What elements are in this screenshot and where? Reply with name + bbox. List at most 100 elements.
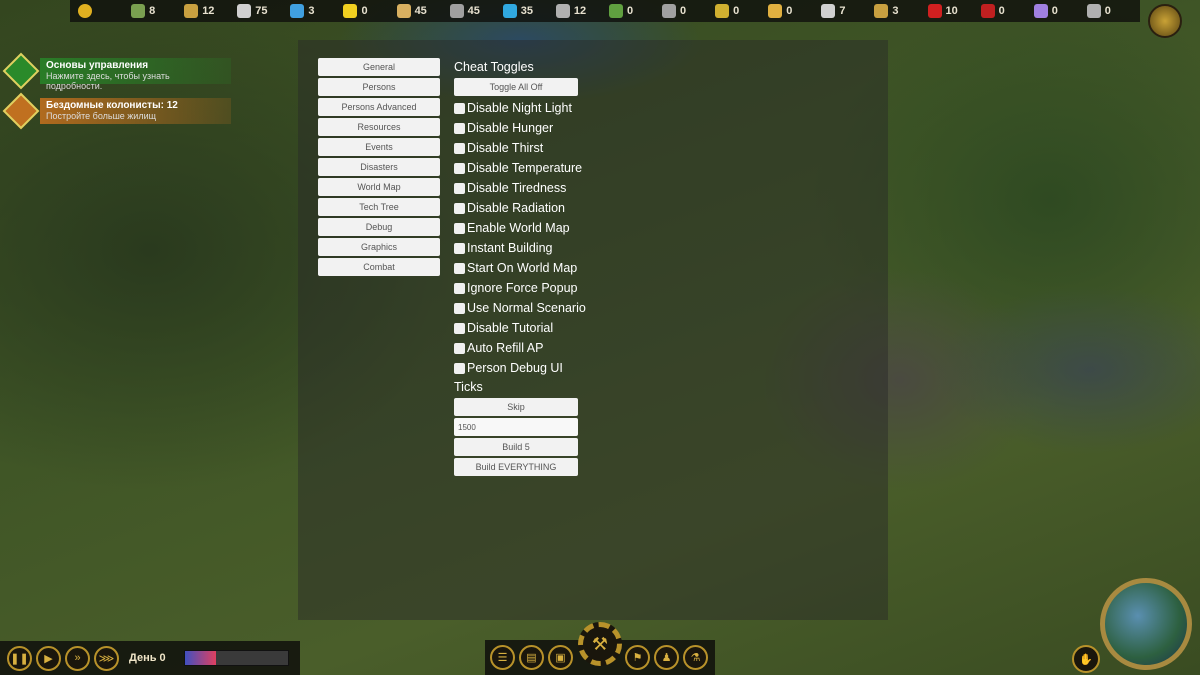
ticks-input[interactable] bbox=[454, 418, 578, 436]
tab-debug[interactable]: Debug bbox=[318, 218, 440, 236]
potion-flask-icon bbox=[1033, 4, 1048, 18]
list-icon[interactable]: ☰ bbox=[490, 645, 515, 670]
checkbox[interactable] bbox=[454, 182, 465, 194]
toggle-ignore-force-popup[interactable]: Ignore Force Popup bbox=[454, 278, 594, 298]
flag-icon[interactable]: ⚑ bbox=[625, 645, 650, 670]
tab-combat[interactable]: Combat bbox=[318, 258, 440, 276]
resource-value: 12 bbox=[573, 5, 587, 17]
resource-leaf: 8 bbox=[131, 4, 184, 18]
crystal-icon bbox=[502, 4, 517, 18]
research-flask-icon[interactable]: ⚗ bbox=[683, 645, 708, 670]
pause-icon[interactable]: ❚❚ bbox=[7, 645, 32, 671]
tutorial-icon bbox=[2, 52, 40, 90]
checkbox[interactable] bbox=[454, 102, 465, 114]
checkbox[interactable] bbox=[454, 142, 465, 154]
notification-homeless[interactable]: Бездомные колонисты: 12 Постройте больше… bbox=[2, 92, 231, 130]
checkbox[interactable] bbox=[454, 302, 465, 314]
tab-resources[interactable]: Resources bbox=[318, 118, 440, 136]
build-hammer-gear-icon[interactable]: ⚒ bbox=[578, 622, 622, 666]
resource-value: 0 bbox=[1104, 5, 1111, 17]
toggle-disable-tiredness[interactable]: Disable Tiredness bbox=[454, 178, 594, 198]
toggle-label: Disable Thirst bbox=[467, 141, 544, 155]
colony-emblem-icon[interactable] bbox=[1148, 4, 1182, 38]
build-5-button[interactable]: Build 5 bbox=[454, 438, 578, 456]
checkbox[interactable] bbox=[454, 362, 465, 374]
cheat-tabs: General Persons Persons Advanced Resources E… bbox=[318, 58, 440, 278]
world-map-globe-icon[interactable] bbox=[1100, 578, 1192, 670]
ticks-heading: Ticks bbox=[454, 380, 483, 394]
tab-general[interactable]: General bbox=[318, 58, 440, 76]
checkbox[interactable] bbox=[454, 122, 465, 134]
toggle-disable-hunger[interactable]: Disable Hunger bbox=[454, 118, 594, 138]
fastest-forward-icon[interactable]: ⋙ bbox=[94, 645, 119, 671]
checkbox[interactable] bbox=[454, 282, 465, 294]
tab-graphics[interactable]: Graphics bbox=[318, 238, 440, 256]
toggle-label: Instant Building bbox=[467, 241, 553, 255]
sack-icon bbox=[874, 4, 889, 18]
build-everything-button[interactable]: Build EVERYTHING bbox=[454, 458, 578, 476]
resource-fabric: 0 bbox=[768, 4, 821, 18]
resource-value: 3 bbox=[308, 5, 315, 17]
toggle-label: Start On World Map bbox=[467, 261, 578, 275]
skip-button[interactable]: Skip bbox=[454, 398, 578, 416]
wheat-icon bbox=[184, 4, 199, 18]
medicine-cross-icon bbox=[927, 4, 942, 18]
cheat-menu-panel: General Persons Persons Advanced Resources E… bbox=[298, 40, 888, 620]
tab-events[interactable]: Events bbox=[318, 138, 440, 156]
colonists-icon[interactable]: ♟ bbox=[654, 645, 679, 670]
resource-value: 0 bbox=[733, 5, 740, 17]
toggle-disable-night-light[interactable]: Disable Night Light bbox=[454, 98, 594, 118]
tab-persons-advanced[interactable]: Persons Advanced bbox=[318, 98, 440, 116]
resource-herb: 0 bbox=[608, 4, 662, 18]
toggle-label: Disable Tiredness bbox=[467, 181, 567, 195]
water-drop-icon bbox=[290, 4, 305, 18]
tab-persons[interactable]: Persons bbox=[318, 78, 440, 96]
toggle-auto-refill-ap[interactable]: Auto Refill AP bbox=[454, 338, 594, 358]
checkbox[interactable] bbox=[454, 262, 465, 274]
checkbox[interactable] bbox=[454, 322, 465, 334]
radio-icon[interactable]: ▣ bbox=[548, 645, 573, 670]
checkbox[interactable] bbox=[454, 202, 465, 214]
toggle-label: Auto Refill AP bbox=[467, 341, 544, 355]
book-icon[interactable]: ▤ bbox=[519, 645, 544, 670]
resource-value: 35 bbox=[520, 5, 533, 17]
notification-title: Основы управления bbox=[46, 60, 149, 71]
checkbox[interactable] bbox=[454, 342, 465, 354]
tab-tech-tree[interactable]: Tech Tree bbox=[318, 198, 440, 216]
toggle-enable-world-map[interactable]: Enable World Map bbox=[454, 218, 594, 238]
checkbox[interactable] bbox=[454, 242, 465, 254]
tab-world-map[interactable]: World Map bbox=[318, 178, 440, 196]
toggle-person-debug-ui[interactable]: Person Debug UI bbox=[454, 358, 594, 378]
toggle-disable-temperature[interactable]: Disable Temperature bbox=[454, 158, 594, 178]
resource-medicine-cross: 10 bbox=[927, 4, 981, 18]
toggle-label: Disable Temperature bbox=[467, 161, 583, 175]
handshake-icon[interactable]: ✋ bbox=[1072, 645, 1100, 673]
toggle-disable-radiation[interactable]: Disable Radiation bbox=[454, 198, 594, 218]
toggle-all-off-button[interactable]: Toggle All Off bbox=[454, 78, 578, 96]
checkbox[interactable] bbox=[454, 162, 465, 174]
resource-crystal: 35 bbox=[502, 4, 556, 18]
resource-potion-flask: 0 bbox=[1033, 4, 1087, 18]
play-icon[interactable]: ▶ bbox=[36, 645, 61, 671]
checkbox[interactable] bbox=[454, 222, 465, 234]
resource-value: 0 bbox=[626, 5, 634, 17]
time-control-bar: ❚❚ ▶ » ⋙ День 0 bbox=[0, 641, 300, 675]
toggle-disable-thirst[interactable]: Disable Thirst bbox=[454, 138, 594, 158]
resource-value: 3 bbox=[892, 5, 899, 17]
toggle-disable-tutorial[interactable]: Disable Tutorial bbox=[454, 318, 594, 338]
resource-value: 10 bbox=[945, 5, 958, 17]
tab-disasters[interactable]: Disasters bbox=[318, 158, 440, 176]
resource-sack: 3 bbox=[874, 4, 927, 18]
toggle-use-normal-scenario[interactable]: Use Normal Scenario bbox=[454, 298, 594, 318]
toggle-label: Disable Radiation bbox=[467, 201, 565, 215]
toggle-instant-building[interactable]: Instant Building bbox=[454, 238, 594, 258]
resource-value: 0 bbox=[1051, 5, 1058, 17]
stone-bricks-icon bbox=[449, 4, 464, 18]
resource-tools: 7 bbox=[821, 4, 874, 18]
toggle-label: Disable Night Light bbox=[467, 101, 572, 115]
toggle-start-on-world-map[interactable]: Start On World Map bbox=[454, 258, 594, 278]
fast-forward-icon[interactable]: » bbox=[65, 645, 90, 671]
notification-tutorial[interactable]: Основы управления Нажмите здесь, чтобы у… bbox=[2, 52, 231, 91]
resource-bar: 8 12 75 3 0 45 45 35 12 0 0 0 0 7 3 10 0 0 0 bbox=[70, 0, 1140, 22]
resource-scrap: 0 bbox=[662, 4, 715, 18]
